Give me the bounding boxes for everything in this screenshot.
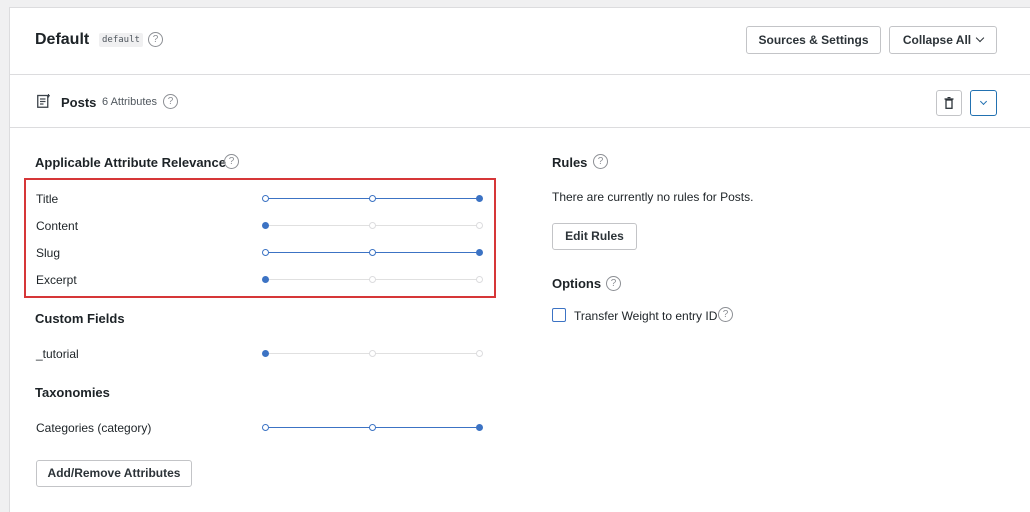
toggle-source-button[interactable]: [970, 90, 997, 116]
slider-stop[interactable]: [262, 249, 269, 256]
attribute-label: _tutorial: [36, 347, 79, 361]
collapse-all-label: Collapse All: [902, 33, 972, 47]
help-circle-icon[interactable]: ?: [718, 307, 733, 322]
slider-stop[interactable]: [262, 350, 269, 357]
slider-stop[interactable]: [476, 195, 483, 202]
slider-stop[interactable]: [476, 424, 483, 431]
transfer-weight-label: Transfer Weight to entry ID: [574, 309, 718, 323]
engine-header: Default default ? Sources & Settings Col…: [10, 8, 1030, 75]
custom-fields-title: Custom Fields: [35, 311, 125, 326]
transfer-weight-checkbox[interactable]: [552, 308, 566, 322]
engine-slug: default: [99, 33, 143, 47]
edit-rules-button[interactable]: Edit Rules: [552, 223, 637, 250]
sources-settings-button[interactable]: Sources & Settings: [746, 26, 881, 54]
slider-stop[interactable]: [369, 195, 376, 202]
source-header: Posts 6 Attributes ?: [10, 75, 1030, 128]
remove-source-button[interactable]: [936, 90, 962, 116]
chevron-down-icon: [979, 97, 988, 106]
slider-stop[interactable]: [476, 276, 483, 283]
attribute-label: Content: [36, 219, 79, 233]
slider-stop[interactable]: [369, 222, 376, 229]
attribute-count: 6 Attributes: [102, 96, 158, 108]
slider-stop[interactable]: [369, 249, 376, 256]
rules-title: Rules: [552, 155, 588, 170]
relevance-title: Applicable Attribute Relevance: [35, 155, 226, 170]
relevance-slider[interactable]: [262, 275, 483, 285]
trash-icon: [944, 97, 954, 109]
engine-panel: Default default ? Sources & Settings Col…: [9, 7, 1030, 512]
slider-stop[interactable]: [476, 222, 483, 229]
relevance-slider[interactable]: [262, 194, 483, 204]
slider-stop[interactable]: [262, 276, 269, 283]
slider-stop[interactable]: [369, 424, 376, 431]
document-icon: [37, 94, 50, 108]
add-remove-attributes-button[interactable]: Add/Remove Attributes: [36, 460, 192, 487]
taxonomies-title: Taxonomies: [35, 385, 110, 400]
slider-stop[interactable]: [476, 350, 483, 357]
attribute-label: Categories (category): [36, 421, 152, 435]
help-circle-icon[interactable]: ?: [224, 154, 239, 169]
help-circle-icon[interactable]: ?: [163, 94, 178, 109]
attribute-label: Title: [36, 192, 59, 206]
help-circle-icon[interactable]: ?: [606, 276, 621, 291]
source-title: Posts: [61, 95, 97, 110]
relevance-slider[interactable]: [262, 423, 483, 433]
relevance-slider[interactable]: [262, 221, 483, 231]
slider-stop[interactable]: [262, 424, 269, 431]
slider-stop[interactable]: [369, 350, 376, 357]
help-circle-icon[interactable]: ?: [593, 154, 608, 169]
slider-stop[interactable]: [476, 249, 483, 256]
engine-title: Default: [35, 31, 90, 48]
rules-empty-text: There are currently no rules for Posts.: [552, 190, 754, 204]
collapse-all-button[interactable]: Collapse All: [889, 26, 997, 54]
slider-stop[interactable]: [369, 276, 376, 283]
relevance-slider[interactable]: [262, 349, 483, 359]
options-title: Options: [552, 276, 602, 291]
slider-stop[interactable]: [262, 195, 269, 202]
relevance-slider[interactable]: [262, 248, 483, 258]
chevron-down-icon: [975, 33, 985, 43]
attribute-label: Slug: [36, 246, 61, 260]
slider-stop[interactable]: [262, 222, 269, 229]
help-circle-icon[interactable]: ?: [148, 32, 163, 47]
attribute-label: Excerpt: [36, 273, 77, 287]
